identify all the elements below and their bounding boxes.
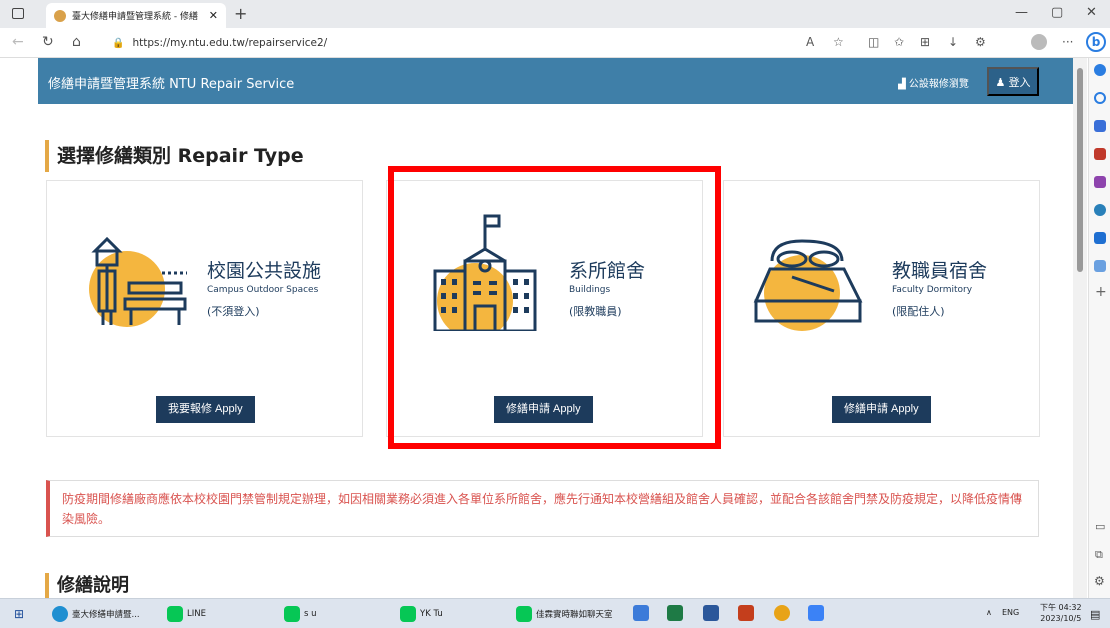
taskbar-label: LINE xyxy=(187,609,206,619)
tab-actions-icon[interactable] xyxy=(12,8,24,19)
card-campus-outdoor: 校園公共設施 Campus Outdoor Spaces (不須登入) 我要報修… xyxy=(46,180,363,437)
profile-avatar[interactable] xyxy=(1031,34,1047,50)
tray-chevron-icon[interactable]: ∧ xyxy=(986,608,992,617)
games-icon[interactable] xyxy=(1094,176,1106,188)
split-screen-icon[interactable]: ◫ xyxy=(868,35,879,49)
favorites-icon[interactable]: ✩ xyxy=(894,35,904,49)
close-tab-icon[interactable]: ✕ xyxy=(209,9,218,22)
taskbar-label: s u xyxy=(304,609,317,619)
tab-title: 臺大修繕申請暨管理系統 - 修繕 xyxy=(72,12,198,22)
shopping-icon[interactable] xyxy=(1094,120,1106,132)
notification-icon[interactable] xyxy=(1094,64,1106,76)
line-icon xyxy=(167,606,183,622)
login-button[interactable]: ♟ 登入 xyxy=(987,67,1039,96)
taskbar-label: 佳霖實時聯如聊天室 xyxy=(536,610,613,620)
sidebar-toggle-icon[interactable]: ▭ xyxy=(1095,520,1105,533)
taskbar-chatroom[interactable]: 佳霖實時聯如聊天室 xyxy=(516,604,613,624)
site-brand[interactable]: 修繕申請暨管理系統 NTU Repair Service xyxy=(48,73,294,92)
bing-copilot-icon[interactable]: b xyxy=(1086,32,1106,52)
favorite-star-icon[interactable]: ☆ xyxy=(833,35,844,49)
new-tab-icon[interactable]: + xyxy=(234,4,247,23)
bed-icon xyxy=(753,239,863,331)
taskbar-line[interactable]: LINE xyxy=(167,604,206,624)
word-icon[interactable] xyxy=(703,605,719,621)
line-icon xyxy=(516,606,532,622)
apply-button-campus[interactable]: 我要報修 Apply xyxy=(156,396,255,423)
clock[interactable]: 下午 04:32 2023/10/5 xyxy=(1040,602,1082,624)
line-icon xyxy=(284,606,300,622)
browser-tab[interactable]: 臺大修繕申請暨管理系統 - 修繕 ✕ xyxy=(46,3,226,28)
clock-date: 2023/10/5 xyxy=(1040,614,1082,623)
url-field[interactable]: 🔒 https://my.ntu.edu.tw/repairservice2/ xyxy=(112,32,657,54)
chrome-icon[interactable] xyxy=(774,605,790,621)
section-title-instructions: 修繕說明 xyxy=(45,573,129,599)
edge-icon xyxy=(52,606,68,622)
lamp-bench-icon xyxy=(89,236,187,327)
app-icon[interactable] xyxy=(808,605,824,621)
tools-icon[interactable] xyxy=(1094,148,1106,160)
search-icon[interactable] xyxy=(1094,92,1106,104)
close-window-icon[interactable]: ✕ xyxy=(1086,5,1097,20)
taskbar-su[interactable]: s u xyxy=(284,604,317,624)
card-subtitle: Faculty Dormitory xyxy=(892,285,973,295)
refresh-icon[interactable]: ↻ xyxy=(42,34,54,50)
card-subtitle: Campus Outdoor Spaces xyxy=(207,285,319,295)
card-title: 教職員宿舍 xyxy=(892,260,988,282)
back-icon[interactable]: ← xyxy=(12,34,24,50)
external-icon[interactable]: ⧉ xyxy=(1095,548,1103,562)
taskbar-label: 臺大修繕申請暨... xyxy=(72,610,140,620)
read-aloud-icon[interactable]: A xyxy=(806,35,814,49)
url-text: https://my.ntu.edu.tw/repairservice2/ xyxy=(132,37,328,49)
address-bar-row: ← ↻ ⌂ 🔒 https://my.ntu.edu.tw/repairserv… xyxy=(0,28,1110,58)
site-favicon-icon xyxy=(54,9,66,22)
site-header: 修繕申請暨管理系統 NTU Repair Service ▟ 公設報修瀏覽 ♟ … xyxy=(38,58,1073,104)
card-dormitory: 教職員宿舍 Faculty Dormitory (限配住人) 修繕申請 Appl… xyxy=(723,180,1040,437)
more-menu-icon[interactable]: ··· xyxy=(1062,35,1073,49)
login-label: 登入 xyxy=(1008,77,1031,89)
highlight-box xyxy=(388,166,721,449)
clock-time: 下午 04:32 xyxy=(1040,603,1082,612)
line-icon xyxy=(400,606,416,622)
lock-icon: 🔒 xyxy=(112,37,125,49)
browser-tab-bar: 臺大修繕申請暨管理系統 - 修繕 ✕ + — ▢ ✕ xyxy=(0,0,1110,28)
notification-center-icon[interactable]: ▤ xyxy=(1090,608,1100,621)
edge-sidebar: + ▭ ⧉ ⚙ xyxy=(1088,58,1110,598)
page-scrollbar[interactable] xyxy=(1073,58,1087,598)
outlook-icon[interactable] xyxy=(1094,232,1106,244)
card-note: (限配住人) xyxy=(892,305,945,318)
start-icon[interactable]: ⊞ xyxy=(14,607,24,621)
extensions-icon[interactable]: ⚙ xyxy=(975,35,986,49)
card-title: 校園公共設施 xyxy=(207,260,322,282)
apply-button-dormitory[interactable]: 修繕申請 Apply xyxy=(832,396,931,423)
taskbar-edge[interactable]: 臺大修繕申請暨... xyxy=(52,604,140,624)
collections-icon[interactable]: ⊞ xyxy=(920,35,930,49)
card-note: (不須登入) xyxy=(207,305,260,318)
taskbar: ⊞ 臺大修繕申請暨... LINE s u YK Tu 佳霖實時聯如聊天室 ∧ … xyxy=(0,598,1110,628)
powerpoint-icon[interactable] xyxy=(738,605,754,621)
section-title: 選擇修繕類別 Repair Type xyxy=(45,140,304,172)
settings-icon[interactable]: ⚙ xyxy=(1094,574,1105,588)
file-explorer-icon[interactable] xyxy=(633,605,649,621)
add-sidebar-icon[interactable]: + xyxy=(1095,284,1107,300)
taskbar-yktu[interactable]: YK Tu xyxy=(400,604,443,624)
public-view-label: 公設報修瀏覽 xyxy=(908,79,969,90)
minimize-icon[interactable]: — xyxy=(1015,5,1028,20)
epidemic-notice: 防疫期間修繕廠商應依本校校園門禁管制規定辦理，如因相關業務必須進入各單位系所館舍… xyxy=(46,480,1039,537)
public-view-link[interactable]: ▟ 公設報修瀏覽 xyxy=(898,75,969,90)
excel-icon[interactable] xyxy=(667,605,683,621)
scroll-thumb[interactable] xyxy=(1077,68,1083,272)
drop-icon[interactable] xyxy=(1094,260,1106,272)
office-icon[interactable] xyxy=(1094,204,1106,216)
restore-icon[interactable]: ▢ xyxy=(1051,5,1063,20)
download-icon[interactable]: ↓ xyxy=(948,35,958,49)
home-icon[interactable]: ⌂ xyxy=(72,34,81,50)
language-indicator[interactable]: ENG xyxy=(1002,608,1019,617)
taskbar-label: YK Tu xyxy=(420,609,443,619)
